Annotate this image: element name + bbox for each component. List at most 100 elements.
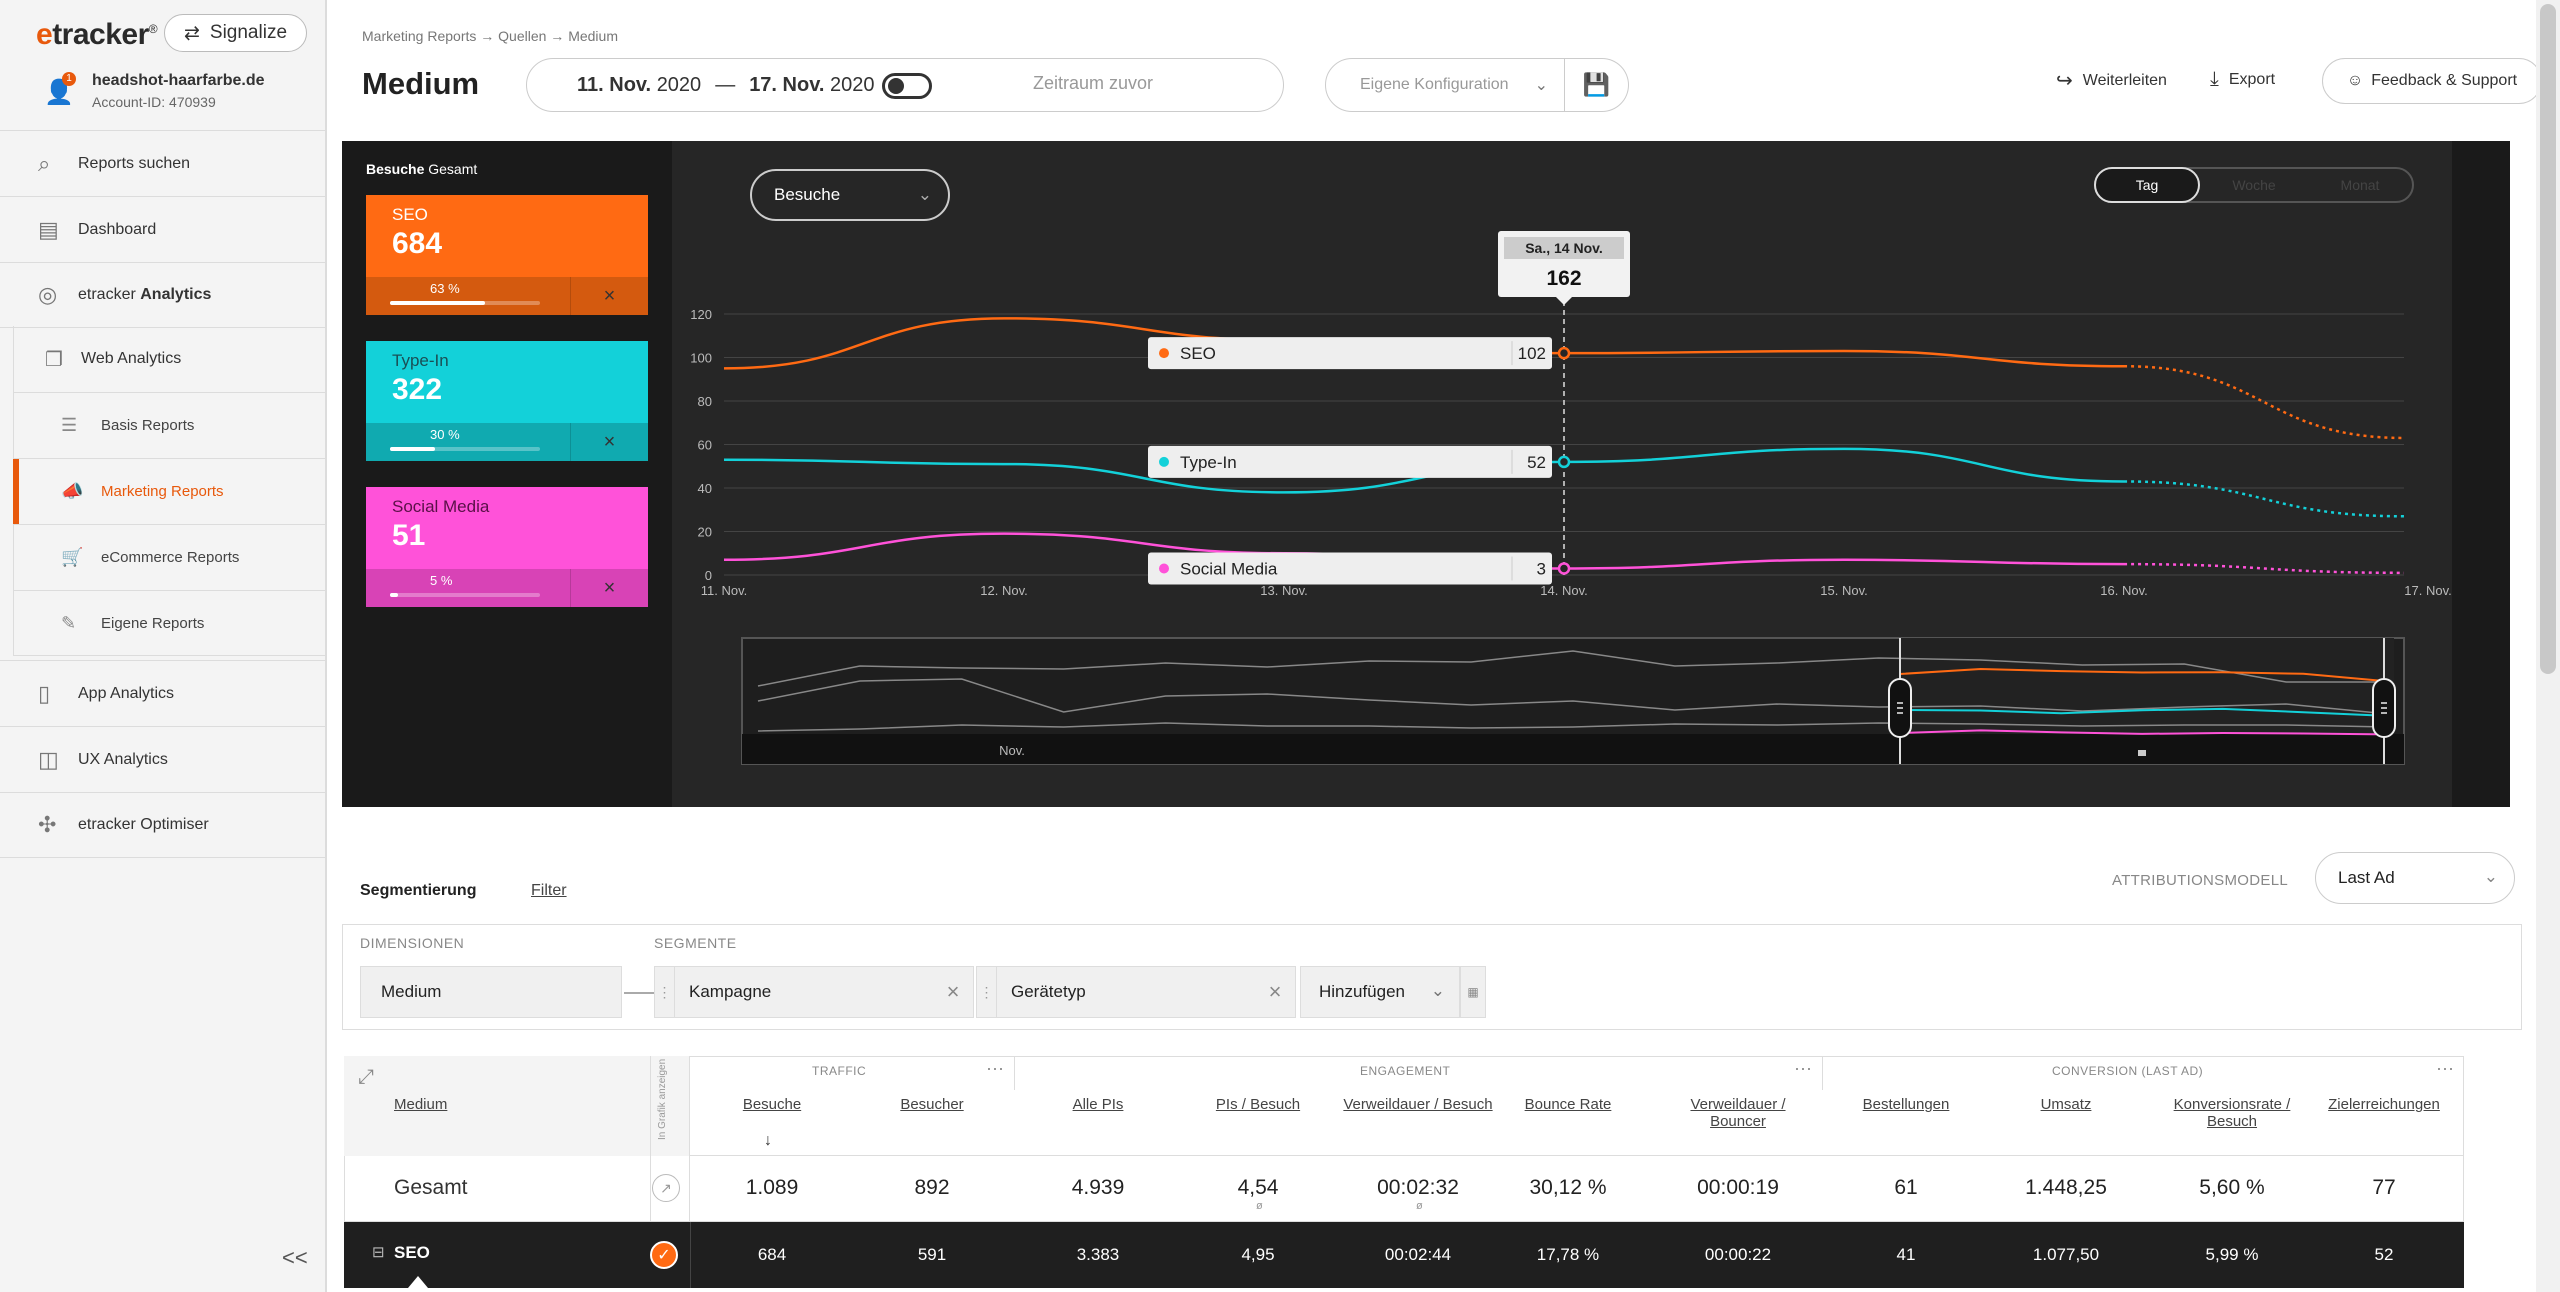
sidebar-item-basis-reports[interactable]: ☰ Basis Reports	[13, 392, 325, 458]
segment-kampagne[interactable]: ⋮ Kampagne ×	[654, 966, 974, 1018]
close-icon[interactable]: ×	[570, 423, 648, 461]
sidebar-item-ecommerce-reports[interactable]: 🛒 eCommerce Reports	[13, 524, 325, 590]
column-header[interactable]: Umsatz	[1991, 1096, 2141, 1113]
database-icon: ☰	[61, 415, 78, 435]
card-share-percent: 30 %	[430, 427, 460, 442]
config-select[interactable]: Eigene Konfiguration ⌄	[1325, 58, 1565, 112]
sort-desc-icon[interactable]: ↓	[764, 1132, 772, 1150]
card-share: 30 % ×	[366, 423, 648, 461]
column-header[interactable]: Verweildauer / Besuch	[1343, 1096, 1493, 1113]
signalize-button[interactable]: ⇄ Signalize	[164, 14, 307, 52]
collapse-sidebar-button[interactable]: <<	[282, 1245, 308, 1271]
column-header[interactable]: Bestellungen	[1831, 1096, 1981, 1113]
series-line-forecast	[2123, 364, 2405, 440]
segment-geraetetyp[interactable]: ⋮ Gerätetyp ×	[976, 966, 1296, 1018]
group-conversion: CONVERSION (LAST AD)	[2052, 1064, 2204, 1078]
save-config-button[interactable]: 💾	[1565, 58, 1629, 112]
scrollbar-thumb[interactable]	[2540, 4, 2556, 674]
total-cell: 77	[2372, 1176, 2396, 1199]
more-icon[interactable]: ···	[1794, 1058, 1812, 1079]
etracker-logo[interactable]: etracker®	[36, 18, 158, 52]
drag-handle-icon[interactable]: ⋮	[655, 966, 675, 1018]
attribution-label: ATTRIBUTIONSMODELL	[2112, 872, 2288, 889]
column-header[interactable]: Alle PIs	[1023, 1096, 1173, 1113]
drag-handle-icon[interactable]: ⋮	[977, 966, 997, 1018]
date-range-picker[interactable]: 11. Nov. 2020 — 17. Nov. 2020 Zeitraum z…	[526, 58, 1284, 112]
sidebar-item-search[interactable]: ⌕ Reports suchen	[0, 130, 325, 196]
kpi-card[interactable]: Type-In 322 30 % ×	[366, 341, 648, 461]
card-value: 51	[392, 519, 426, 552]
sidebar-item-marketing-reports[interactable]: 📣 Marketing Reports	[13, 458, 325, 524]
total-cell: 30,12 %	[1529, 1176, 1607, 1199]
tab-filter[interactable]: Filter	[531, 882, 567, 900]
x-tick-label: 14. Nov.	[1540, 583, 1587, 598]
column-header[interactable]: Besucher	[857, 1096, 1007, 1113]
sidebar-item-app-analytics[interactable]: ▯ App Analytics	[0, 660, 325, 726]
dimension-field[interactable]: Medium	[360, 966, 622, 1018]
sidebar-item-ux-analytics[interactable]: ◫ UX Analytics	[0, 726, 325, 792]
close-icon[interactable]: ×	[933, 979, 973, 1005]
sidebar-item-optimiser[interactable]: ✣ etracker Optimiser	[0, 792, 325, 858]
tooltip-series-name: SEO	[1180, 344, 1216, 363]
sidebar-item-web-analytics[interactable]: ❐ Web Analytics	[13, 326, 325, 392]
export-button[interactable]: ⤓ Export	[2210, 68, 2275, 91]
total-label: Gesamt	[394, 1176, 468, 1199]
y-tick-label: 0	[705, 568, 712, 583]
attribution-select[interactable]: Last Ad ⌄	[2315, 852, 2515, 904]
card-name: Social Media	[392, 497, 490, 516]
chart-area[interactable]: Besuche ⌄ Tag Woche Monat 0 20 40 60 80 100 12…	[672, 141, 2452, 807]
account-info[interactable]: 👤 1 headshot-haarfarbe.de Account-ID: 47…	[44, 72, 325, 122]
collapse-row-icon[interactable]: ⊟	[372, 1243, 385, 1261]
x-tick-label: 12. Nov.	[980, 583, 1027, 598]
expand-icon[interactable]: ⤢	[358, 1066, 374, 1089]
feedback-support-button[interactable]: ☺ Feedback & Support	[2322, 58, 2542, 104]
legend-dot	[1159, 348, 1169, 359]
swap-arrows-icon: ⇄	[183, 22, 200, 44]
check-icon[interactable]: ✓	[650, 1241, 678, 1269]
close-icon[interactable]: ×	[570, 277, 648, 315]
column-header[interactable]: Besuche	[697, 1096, 847, 1113]
trend-icon[interactable]: ↗	[652, 1174, 680, 1202]
avg-marker: ø	[1256, 1200, 1263, 1212]
column-header[interactable]: Konversionsrate / Besuch	[2157, 1096, 2307, 1130]
breadcrumb[interactable]: Marketing Reports → Quellen → Medium	[362, 28, 618, 44]
show-in-chart-column: In Grafik anzeigen	[650, 1056, 690, 1156]
smiley-icon: ☺	[2346, 72, 2364, 89]
y-tick-label: 20	[698, 525, 712, 540]
kpi-card[interactable]: Social Media 51 5 % ×	[366, 487, 648, 607]
hover-point	[1557, 455, 1571, 469]
column-header[interactable]: Zielerreichungen	[2309, 1096, 2459, 1113]
column-header[interactable]: PIs / Besuch	[1183, 1096, 1333, 1113]
compare-toggle[interactable]	[882, 73, 932, 99]
chevron-down-icon: ⌄	[2483, 867, 2498, 886]
tab-segmentierung[interactable]: Segmentierung	[360, 882, 476, 900]
y-tick-label: 80	[698, 394, 712, 409]
card-share-percent: 5 %	[430, 573, 453, 588]
more-icon[interactable]: ···	[2436, 1058, 2454, 1079]
forward-button[interactable]: ↪ Weiterleiten	[2056, 68, 2167, 93]
navigator-selection	[1900, 638, 2394, 734]
line-chart[interactable]: 0 20 40 60 80 100 120 11. Nov. 12. Nov. 13. Nov. 1…	[672, 141, 2452, 807]
column-medium[interactable]: Medium	[394, 1096, 447, 1113]
table-cell: 591	[917, 1245, 947, 1264]
column-header[interactable]: Verweildauer / Bouncer	[1663, 1096, 1813, 1130]
close-icon[interactable]: ×	[1255, 979, 1295, 1005]
kpi-card[interactable]: SEO 684 63 % ×	[366, 195, 648, 315]
connector-line	[624, 992, 654, 994]
series-line-forecast	[2123, 480, 2405, 518]
scrollbar[interactable]	[2536, 0, 2560, 1292]
chevron-down-icon: ⌄	[1430, 981, 1445, 1000]
scroll-grip-icon[interactable]	[2138, 750, 2146, 756]
more-icon[interactable]: ···	[986, 1058, 1004, 1079]
sidebar-item-dashboard[interactable]: ▤ Dashboard	[0, 196, 325, 262]
series-line-forecast	[2123, 562, 2405, 575]
hover-point	[1557, 346, 1571, 360]
sidebar-item-eigene-reports[interactable]: ✎ Eigene Reports	[13, 590, 325, 656]
grid-icon[interactable]: ▦	[1460, 966, 1486, 1018]
add-segment-select[interactable]: Hinzufügen ⌄	[1300, 966, 1460, 1018]
card-share-bar	[390, 447, 540, 451]
sidebar-item-etracker-analytics[interactable]: ◎ etracker Analytics	[0, 262, 325, 328]
column-header[interactable]: Bounce Rate	[1493, 1096, 1643, 1113]
close-icon[interactable]: ×	[570, 569, 648, 607]
legend-dot	[1159, 563, 1169, 574]
